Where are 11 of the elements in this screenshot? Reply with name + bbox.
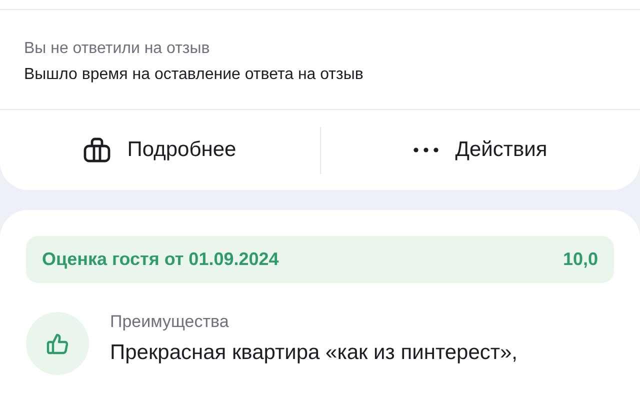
status-message: Вышло время на оставление ответа на отзыв — [24, 64, 364, 84]
section-text: Прекрасная квартира «как из пинтерест», — [110, 340, 518, 366]
actions-button[interactable]: Действия — [320, 110, 640, 190]
details-button[interactable]: Подробнее — [0, 110, 320, 190]
rating-label: Оценка гостя от 01.09.2024 — [42, 248, 279, 271]
more-icon — [413, 147, 440, 153]
status-title: Вы не ответили на отзыв — [24, 38, 211, 58]
thumbs-up-icon — [46, 332, 70, 356]
briefcase-icon — [83, 137, 112, 163]
section-title: Преимущества — [110, 311, 230, 333]
rating-score: 10,0 — [562, 248, 598, 271]
